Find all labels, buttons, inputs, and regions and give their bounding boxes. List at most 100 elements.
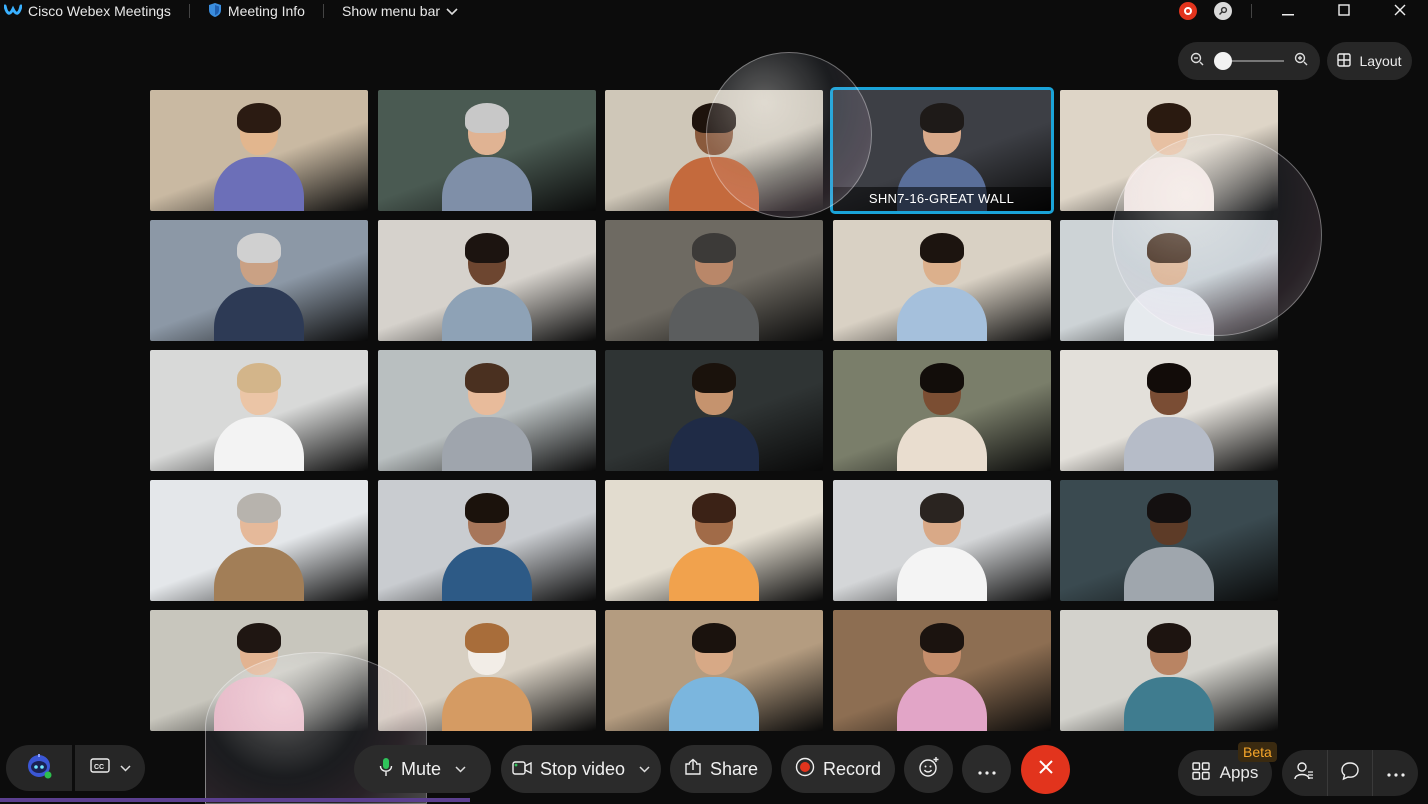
recording-indicator[interactable] [1173, 0, 1203, 22]
participant-video-feed [896, 231, 987, 341]
participant-video-feed [441, 491, 532, 601]
participant-video-tile[interactable] [377, 350, 596, 471]
video-camera-icon [512, 759, 532, 780]
lock-status[interactable] [1203, 0, 1243, 22]
apps-grid-icon [1191, 761, 1210, 785]
record-indicator-icon [1179, 2, 1197, 20]
taskbar-strip [0, 798, 470, 802]
participant-video-feed [669, 621, 759, 731]
record-button[interactable]: Record [781, 745, 895, 793]
divider [322, 4, 324, 18]
participant-video-feed [896, 361, 987, 471]
layout-grid-icon [1337, 52, 1352, 70]
participant-video-feed [1124, 101, 1214, 211]
participant-video-tile[interactable] [150, 220, 368, 341]
zoom-slider-thumb[interactable] [1214, 52, 1232, 70]
participant-video-feed [669, 231, 759, 341]
zoom-out-icon[interactable] [1190, 52, 1204, 71]
title-bar: Cisco Webex Meetings Meeting Info Show m… [0, 0, 1428, 22]
beta-badge: Beta [1238, 742, 1277, 762]
window-controls [1173, 0, 1428, 22]
shield-icon [208, 2, 222, 21]
participant-video-feed [896, 621, 987, 731]
participant-video-tile[interactable] [1060, 610, 1278, 731]
participant-video-feed [214, 101, 304, 211]
participant-video-tile[interactable] [605, 480, 823, 601]
participant-video-feed [214, 361, 304, 471]
video-grid: SHN7-16-GREAT WALL [150, 87, 1278, 732]
minimize-button[interactable] [1260, 0, 1316, 22]
app-title: Cisco Webex Meetings [3, 3, 171, 20]
minimize-icon [1282, 3, 1294, 19]
mute-button[interactable]: Mute [354, 745, 491, 793]
chevron-down-icon[interactable] [119, 759, 131, 777]
share-upload-icon [684, 758, 702, 781]
participant-video-tile[interactable] [605, 90, 823, 211]
participant-video-tile[interactable] [1060, 350, 1278, 471]
participant-video-feed [669, 491, 759, 601]
panel-buttons-group [1282, 750, 1418, 796]
participant-video-tile[interactable]: SHN7-16-GREAT WALL [829, 87, 1054, 214]
participant-video-tile[interactable] [377, 220, 596, 341]
share-label: Share [709, 758, 759, 779]
participant-video-tile[interactable] [377, 610, 596, 731]
show-menu-bar-button[interactable]: Show menu bar [342, 3, 458, 19]
participant-video-tile[interactable] [605, 350, 823, 471]
close-icon [1038, 759, 1054, 780]
participant-video-feed [669, 361, 759, 471]
participant-video-feed [214, 491, 304, 601]
participant-video-feed [1124, 231, 1214, 341]
participant-video-tile[interactable] [832, 480, 1051, 601]
chat-button[interactable] [1328, 750, 1374, 796]
zoom-slider[interactable] [1214, 52, 1284, 70]
participant-video-feed [1124, 621, 1214, 731]
participants-button[interactable] [1282, 750, 1328, 796]
ai-assistant-button[interactable] [6, 745, 72, 791]
record-icon [795, 757, 815, 782]
meeting-info-button[interactable]: Meeting Info [208, 2, 305, 21]
participant-video-tile[interactable] [1060, 220, 1278, 341]
chevron-down-icon[interactable] [639, 762, 650, 776]
closed-captions-button[interactable]: CC [75, 745, 145, 791]
webex-logo-icon [3, 3, 23, 20]
reactions-button[interactable] [904, 745, 953, 793]
participant-video-feed [214, 231, 304, 341]
smiley-icon [918, 756, 940, 783]
more-horizontal-icon [977, 759, 996, 780]
participant-video-tile[interactable] [150, 610, 368, 731]
record-label: Record [822, 758, 882, 779]
participant-video-feed [441, 101, 532, 211]
participant-video-tile[interactable] [150, 350, 368, 471]
zoom-in-icon[interactable] [1294, 52, 1308, 71]
participant-video-tile[interactable] [605, 610, 823, 731]
participant-video-feed [669, 101, 759, 211]
share-button[interactable]: Share [670, 745, 772, 793]
participant-video-feed [441, 361, 532, 471]
participants-icon [1294, 761, 1314, 786]
participant-video-tile[interactable] [832, 350, 1051, 471]
layout-button[interactable]: Layout [1327, 42, 1412, 80]
participant-video-feed [214, 621, 304, 731]
stop-video-label: Stop video [539, 758, 626, 779]
participant-video-tile[interactable] [832, 220, 1051, 341]
chevron-down-icon[interactable] [455, 762, 466, 776]
more-panels-button[interactable] [1373, 750, 1418, 796]
stop-video-button[interactable]: Stop video [501, 745, 661, 793]
apps-label: Apps [1219, 763, 1259, 782]
more-options-button[interactable] [962, 745, 1011, 793]
ai-assistant-icon [24, 752, 54, 785]
maximize-button[interactable] [1316, 0, 1372, 22]
participant-video-tile[interactable] [377, 90, 596, 211]
participant-video-tile[interactable] [1060, 90, 1278, 211]
layout-label: Layout [1359, 53, 1402, 69]
participant-video-tile[interactable] [832, 610, 1051, 731]
participant-video-tile[interactable] [377, 480, 596, 601]
participant-video-tile[interactable] [150, 90, 368, 211]
participant-video-tile[interactable] [605, 220, 823, 341]
participant-video-tile[interactable] [1060, 480, 1278, 601]
participant-video-feed [896, 491, 987, 601]
leave-meeting-button[interactable] [1021, 745, 1070, 794]
participant-video-tile[interactable] [150, 480, 368, 601]
close-button[interactable] [1372, 0, 1428, 22]
app-name: Cisco Webex Meetings [28, 3, 171, 19]
